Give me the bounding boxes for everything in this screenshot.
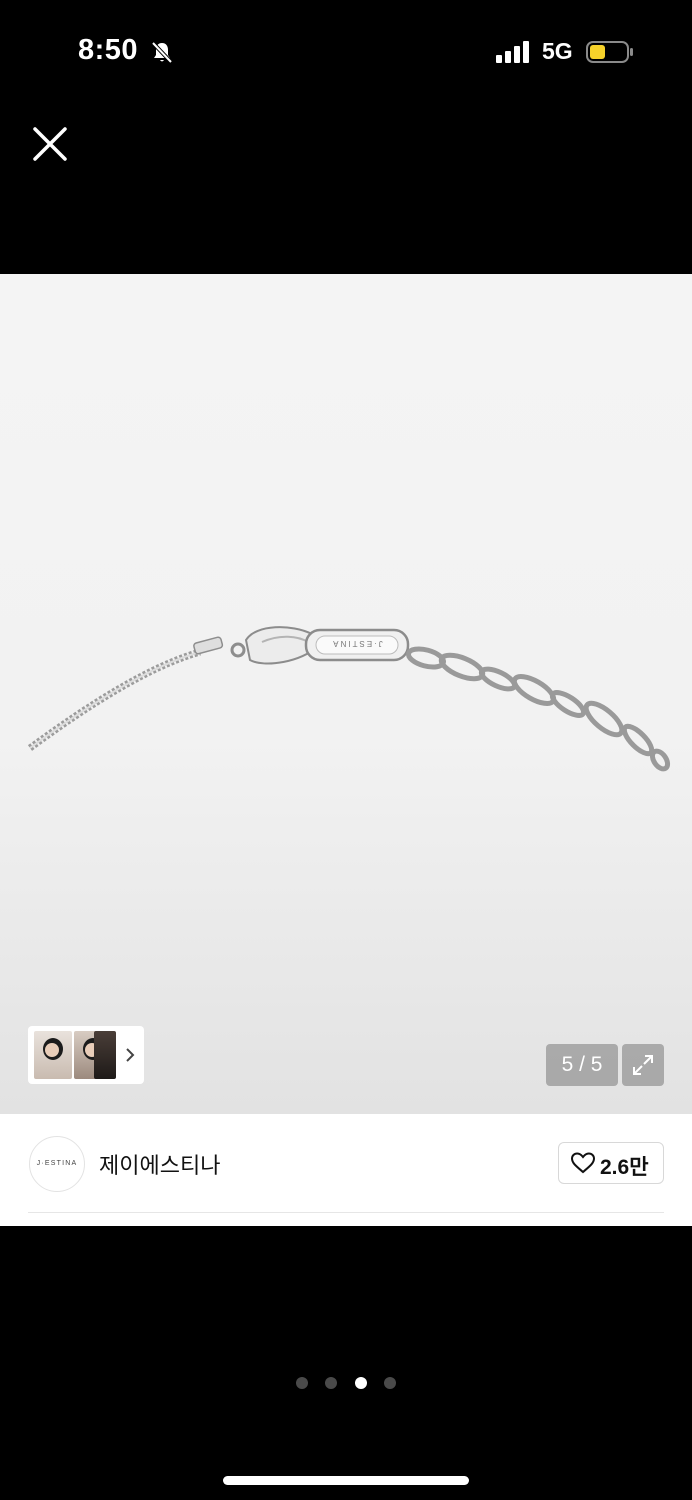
page-dot-3-active[interactable] xyxy=(355,1377,367,1389)
page-dot-4[interactable] xyxy=(384,1377,396,1389)
battery-icon xyxy=(586,41,633,63)
necklace-image: J·ESTINA xyxy=(27,626,671,772)
like-count: 2.6만 xyxy=(600,1156,649,1179)
chevron-right-icon xyxy=(126,1048,135,1062)
like-button[interactable]: 2.6만 xyxy=(558,1142,664,1184)
brand-name[interactable]: 제이에스티나 xyxy=(99,1148,220,1180)
status-time: 8:50 xyxy=(78,34,139,66)
brand-row: J·ESTINA 제이에스티나 2.6만 xyxy=(0,1114,692,1226)
image-page-counter: 5 / 5 xyxy=(546,1044,618,1086)
page-dot-2[interactable] xyxy=(325,1377,337,1389)
signal-bars-icon xyxy=(496,41,529,63)
home-indicator[interactable] xyxy=(223,1476,469,1485)
expand-icon xyxy=(633,1055,653,1075)
network-type: 5G xyxy=(542,38,573,64)
bell-slash-icon xyxy=(151,41,173,64)
heart-icon xyxy=(570,1152,596,1174)
thumbnail-model-1[interactable] xyxy=(34,1031,72,1079)
thumbnail-model-3[interactable] xyxy=(94,1031,116,1079)
page-dot-1[interactable] xyxy=(296,1377,308,1389)
product-image[interactable]: J·ESTINA 5 / 5 xyxy=(0,274,692,1114)
divider xyxy=(28,1212,664,1213)
thumbnail-strip[interactable] xyxy=(28,1026,144,1084)
tag-engraving: J·ESTINA xyxy=(331,639,383,648)
expand-button[interactable] xyxy=(622,1044,664,1086)
brand-logo[interactable]: J·ESTINA xyxy=(29,1136,85,1192)
close-icon[interactable] xyxy=(30,124,70,164)
